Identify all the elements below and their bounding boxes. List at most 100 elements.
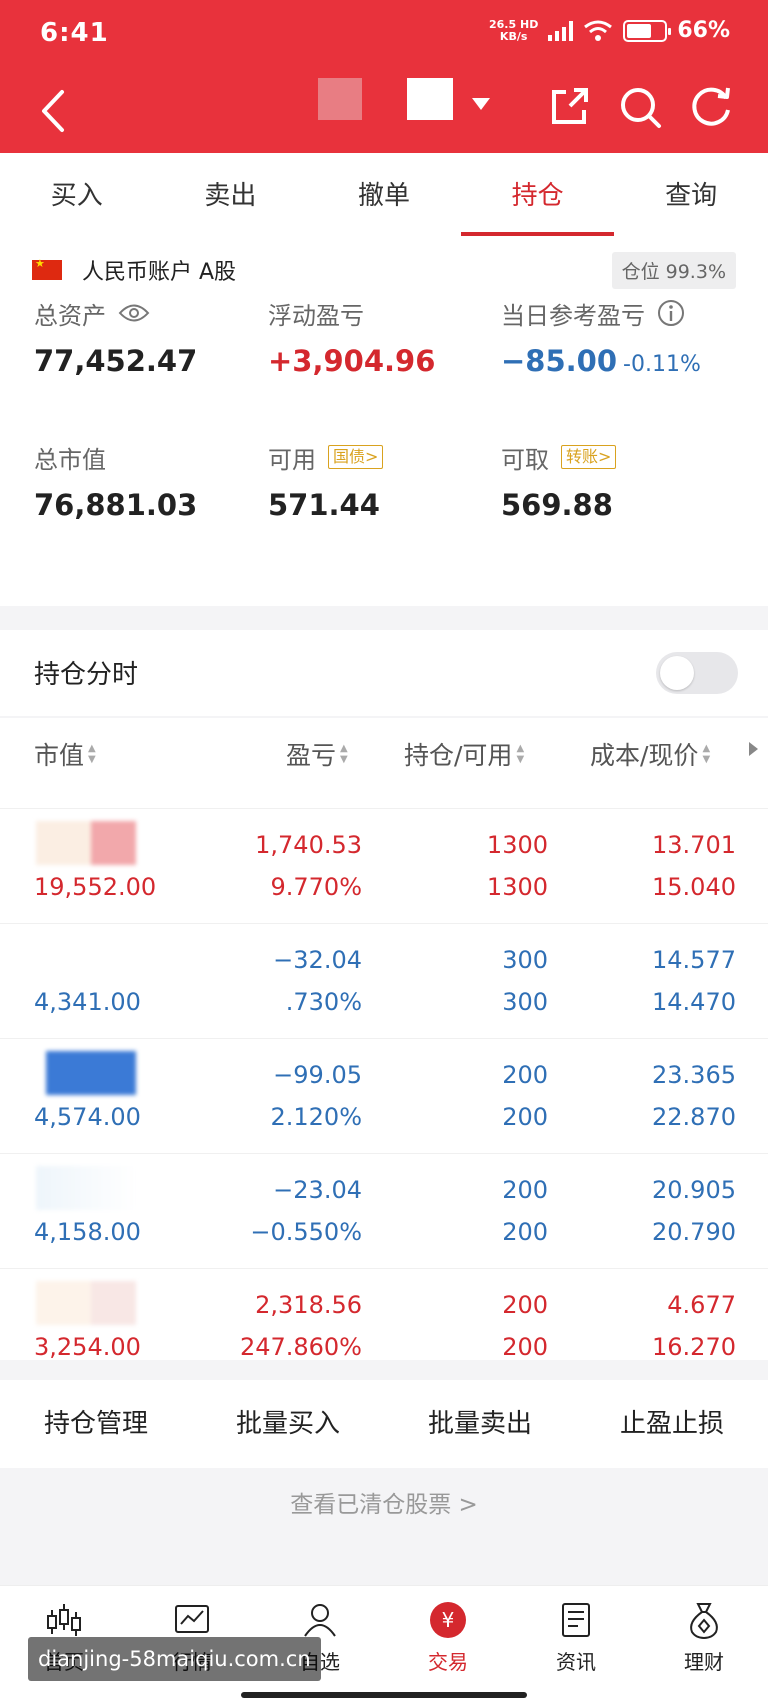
available-cell: 200	[502, 1333, 548, 1361]
manage-holdings-button[interactable]: 持仓管理	[0, 1380, 192, 1468]
nav-row	[0, 70, 768, 150]
yen-icon: ¥	[430, 1602, 466, 1638]
table-row[interactable]: 4,158.00 −23.04 −0.550% 200 200 20.905 20.790	[0, 1153, 768, 1268]
trade-tabs: 买入 卖出 撤单 持仓 查询	[0, 153, 768, 236]
position-ratio-badge: 仓位 99.3%	[611, 251, 736, 289]
available-funds: 可用 国债> 571.44	[268, 440, 384, 522]
daily-pl-percent: -0.11%	[623, 352, 701, 377]
floating-pl-value: +3,904.96	[268, 344, 436, 378]
battery-percent: 66%	[677, 18, 730, 43]
pl-cell: −23.04	[273, 1176, 362, 1204]
pl-percent-cell: .730%	[285, 988, 362, 1016]
nav-label: 交易	[428, 1650, 468, 1674]
holding-cell: 1300	[486, 831, 548, 859]
status-time: 6:41	[40, 18, 109, 48]
available-value: 571.44	[268, 488, 380, 522]
pl-percent-cell: 9.770%	[270, 873, 362, 901]
holding-cell: 200	[502, 1291, 548, 1319]
batch-buy-button[interactable]: 批量买入	[192, 1380, 384, 1468]
view-cleared-stocks-link[interactable]: 查看已清仓股票 >	[0, 1485, 768, 1519]
cost-cell: 14.577	[652, 946, 736, 974]
status-icons: 26.5 HD KB/s 66%	[489, 18, 730, 43]
column-header-cost-price[interactable]: 成本/现价 ▲ ▼	[590, 736, 710, 772]
sort-icon: ▲ ▼	[88, 743, 96, 765]
cost-cell: 13.701	[652, 831, 736, 859]
battery-icon	[623, 19, 672, 42]
nav-trade[interactable]: ¥ 交易	[384, 1586, 512, 1707]
column-header-pl[interactable]: 盈亏 ▲ ▼	[286, 736, 348, 772]
svg-text:¥: ¥	[442, 1608, 455, 1632]
nav-wealth[interactable]: 理财	[640, 1586, 768, 1707]
market-value-cell: 3,254.00	[34, 1333, 141, 1361]
holding-cell: 300	[502, 946, 548, 974]
daily-pl-value: −85.00	[501, 344, 618, 378]
back-arrow-icon[interactable]	[34, 86, 74, 136]
money-bag-icon	[690, 1603, 718, 1640]
column-header-market-value[interactable]: 市值 ▲ ▼	[34, 736, 96, 772]
tab-holdings[interactable]: 持仓	[460, 153, 615, 236]
cost-cell: 4.677	[667, 1291, 736, 1319]
scroll-right-icon[interactable]	[749, 742, 758, 756]
info-icon[interactable]	[657, 299, 685, 327]
floating-pl-label: 浮动盈亏	[268, 301, 364, 330]
market-value-cell: 4,574.00	[34, 1103, 141, 1131]
take-profit-stop-loss-button[interactable]: 止盈止损	[576, 1380, 768, 1468]
account-row: 人民币账户 A股 仓位 99.3%	[32, 250, 736, 290]
price-cell: 16.270	[652, 1333, 736, 1361]
pl-cell: −99.05	[273, 1061, 362, 1089]
cost-cell: 20.905	[652, 1176, 736, 1204]
available-cell: 200	[502, 1218, 548, 1246]
nav-news[interactable]: 资讯	[512, 1586, 640, 1707]
table-row[interactable]: 4,574.00 −99.05 2.120% 200 200 23.365 22.870	[0, 1038, 768, 1153]
tab-query[interactable]: 查询	[614, 153, 768, 236]
column-header-label: 盈亏	[286, 741, 337, 770]
chart-icon	[175, 1605, 209, 1633]
available-cell: 200	[502, 1103, 548, 1131]
table-row[interactable]: 3,254.00 2,318.56 247.860% 200 200 4.677 16.27…	[0, 1268, 768, 1383]
intraday-label: 持仓分时	[34, 660, 139, 690]
table-row[interactable]: 4,341.00 −32.04 .730% 300 300 14.577 14.470	[0, 923, 768, 1038]
column-header-label: 成本/现价	[590, 741, 699, 770]
tab-cancel[interactable]: 撤单	[307, 153, 461, 236]
nav-label: 资讯	[556, 1650, 596, 1674]
available-cell: 1300	[486, 873, 548, 901]
sort-icon: ▲ ▼	[340, 743, 348, 765]
batch-sell-button[interactable]: 批量卖出	[384, 1380, 576, 1468]
price-cell: 20.790	[652, 1218, 736, 1246]
total-assets-label: 总资产	[34, 301, 106, 330]
transfer-link[interactable]: 转账>	[561, 445, 617, 469]
market-value-cell: 19,552.00	[34, 873, 157, 901]
intraday-toggle[interactable]	[656, 652, 738, 694]
net-speed-unit: KB/s	[499, 29, 528, 43]
cost-cell: 23.365	[652, 1061, 736, 1089]
withdrawable-value: 569.88	[501, 488, 613, 522]
withdrawable-funds: 可取 转账> 569.88	[501, 440, 617, 522]
available-cell: 300	[502, 988, 548, 1016]
daily-pl-label: 当日参考盈亏	[501, 301, 645, 330]
redacted-title-block	[407, 78, 453, 120]
eye-icon[interactable]	[118, 302, 150, 324]
account-dropdown-caret-icon[interactable]	[472, 98, 490, 110]
column-header-holding[interactable]: 持仓/可用 ▲ ▼	[404, 736, 524, 772]
pl-cell: 2,318.56	[255, 1291, 362, 1319]
price-cell: 14.470	[652, 988, 736, 1016]
price-cell: 22.870	[652, 1103, 736, 1131]
treasury-bond-link[interactable]: 国债>	[328, 445, 384, 469]
home-indicator[interactable]	[241, 1692, 527, 1698]
total-assets: 总资产 77,452.47	[34, 296, 197, 379]
column-header-label: 持仓/可用	[404, 741, 513, 770]
market-value-label: 总市值	[34, 445, 106, 474]
redacted-stock-name	[36, 821, 136, 865]
share-icon[interactable]	[546, 84, 592, 130]
refresh-icon[interactable]	[688, 84, 734, 130]
account-label[interactable]: 人民币账户 A股	[82, 254, 236, 286]
watermark: dianjing-58maiqiu.com.cn	[28, 1637, 321, 1681]
table-row[interactable]: 19,552.00 1,740.53 9.770% 1300 1300 13.701 15.…	[0, 808, 768, 923]
redacted-stock-name	[36, 1166, 136, 1210]
net-speed-value: 26.5	[489, 17, 517, 31]
intraday-holdings-row: 持仓分时	[0, 630, 768, 716]
tab-sell[interactable]: 卖出	[154, 153, 308, 236]
pl-percent-cell: 247.860%	[239, 1333, 362, 1361]
search-icon[interactable]	[617, 84, 663, 130]
tab-buy[interactable]: 买入	[0, 153, 154, 236]
